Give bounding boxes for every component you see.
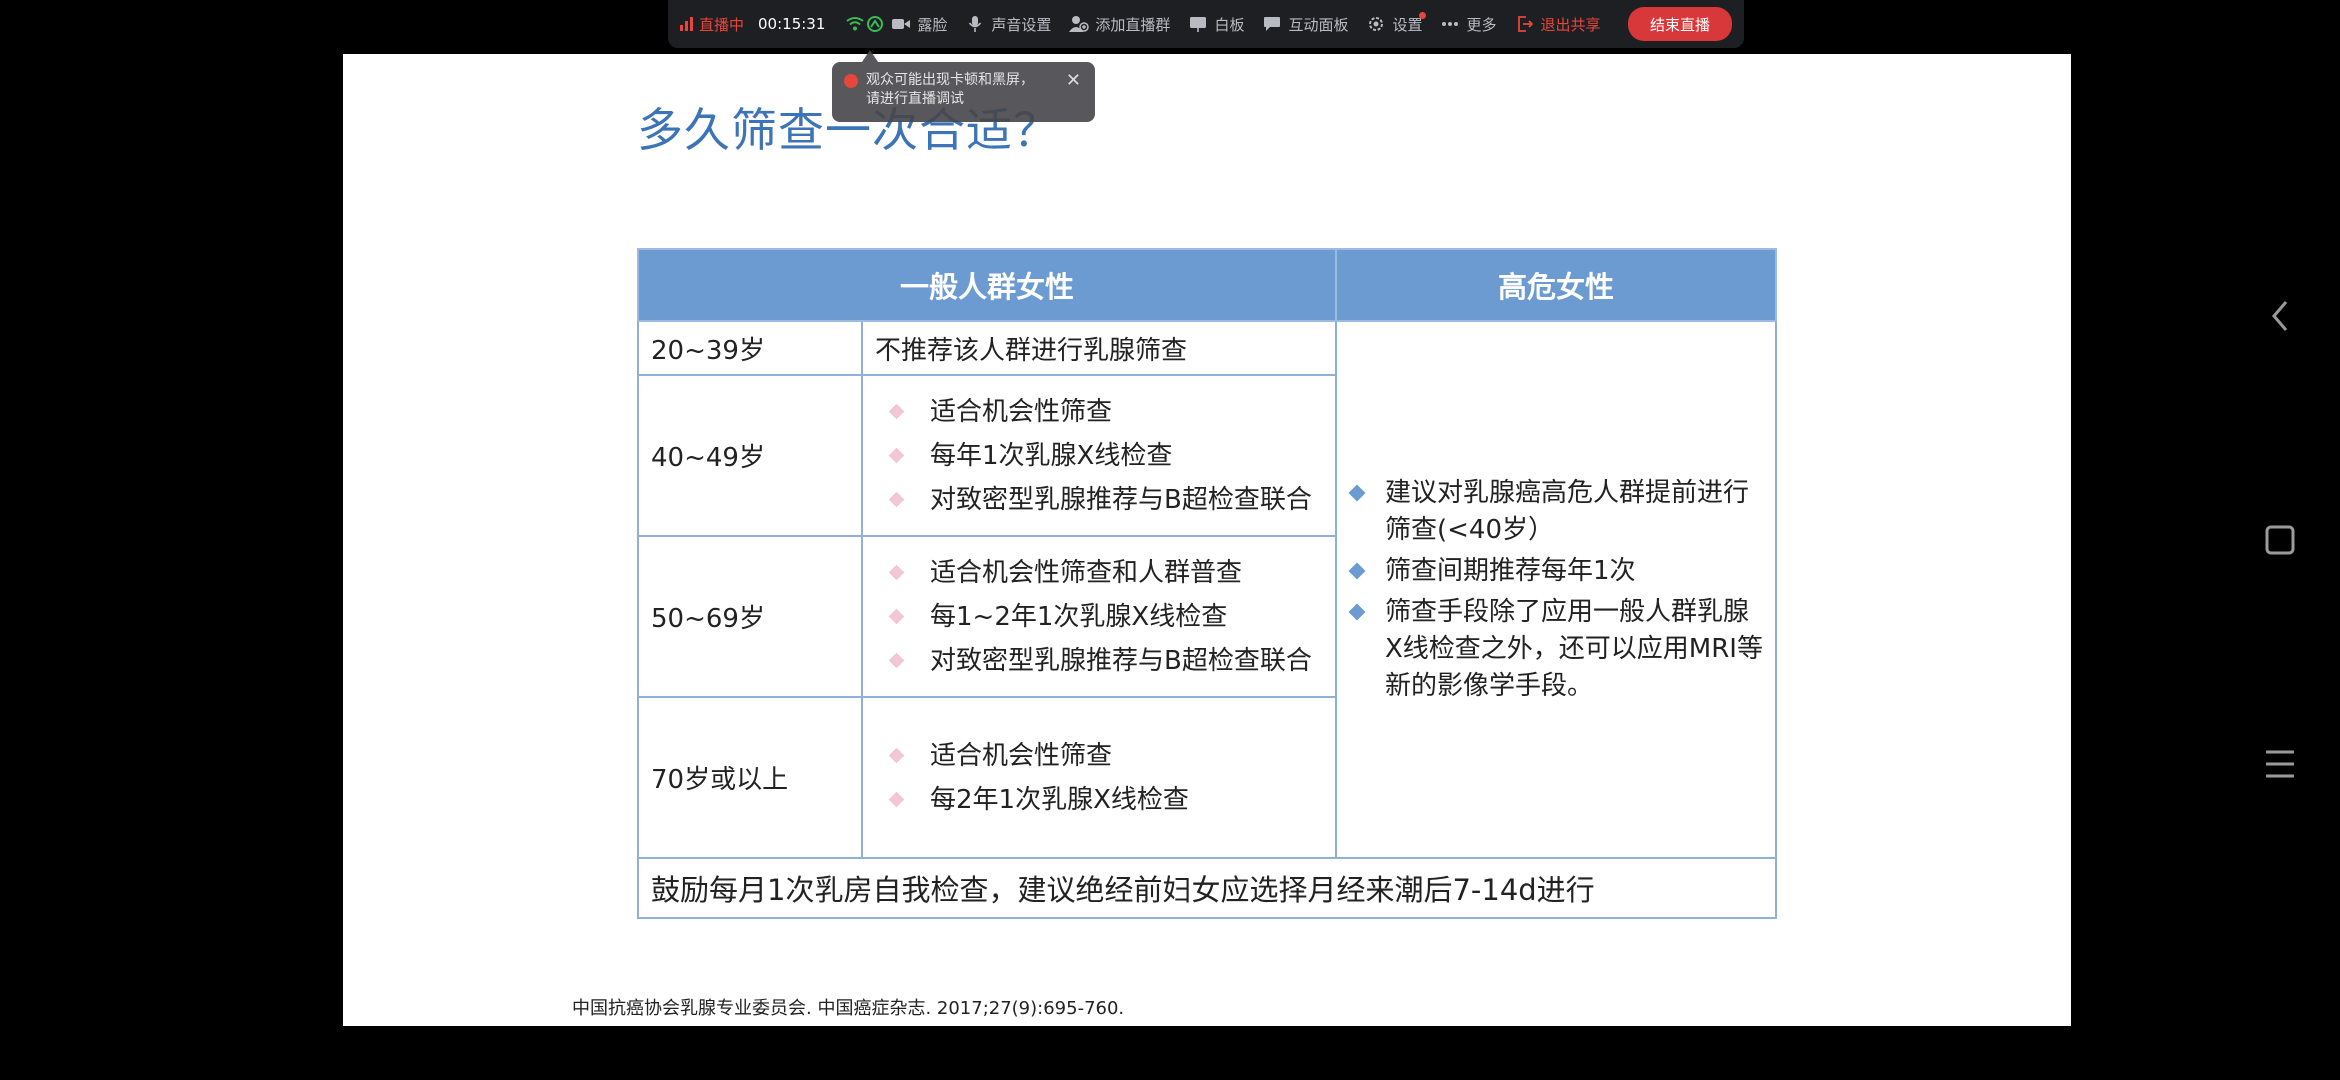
self-exam-note: 鼓励每月1次乳房自我检查，建议绝经前妇女应选择月经来潮后7-14d进行: [637, 857, 1777, 919]
toolbar-settings-label: 设置: [1392, 11, 1427, 34]
list-item: 适合机会性筛查: [875, 734, 1323, 778]
live-status: 直播中: [680, 14, 744, 35]
whiteboard-icon: [1188, 14, 1208, 34]
diamond-bullet-icon: [888, 491, 905, 508]
recommendation-item: 每年1次乳腺X线检查: [930, 440, 1173, 471]
high-risk-item: 筛查间期推荐每年1次: [1385, 555, 1636, 586]
diamond-bullet-icon: [888, 652, 905, 669]
add-group-icon: [1069, 14, 1090, 34]
warning-icon: [844, 74, 858, 88]
list-item: 适合机会性筛查: [875, 390, 1323, 434]
screening-table: 一般人群女性 高危女性 20~39岁 不推荐该人群进行乳腺筛查 建议对乳腺癌高危…: [637, 248, 1777, 919]
list-item: 适合机会性筛查和人群普查: [875, 551, 1323, 595]
end-live-button[interactable]: 结束直播: [1627, 7, 1732, 41]
recommendation-list: 适合机会性筛查和人群普查 每1~2年1次乳腺X线检查 对致密型乳腺推荐与B超检查…: [875, 551, 1323, 683]
toolbar-settings-button[interactable]: 设置: [1366, 11, 1427, 35]
gear-icon: [1366, 14, 1386, 34]
header-general-women: 一般人群女性: [637, 248, 1337, 322]
high-risk-list: 建议对乳腺癌高危人群提前进行筛查(<40岁） 筛查间期推荐每年1次 筛查手段除了…: [1348, 475, 1763, 705]
recommendation-item: 每1~2年1次乳腺X线检查: [930, 601, 1228, 632]
toolbar-audio-settings-button[interactable]: 声音设置: [965, 14, 1051, 35]
network-status-icon: [865, 14, 885, 34]
high-risk-item: 筛查手段除了应用一般人群乳腺X线检查之外，还可以应用MRI等新的影像学手段。: [1385, 596, 1763, 701]
diamond-bullet-icon: [888, 403, 905, 420]
diamond-bullet-icon: [1348, 562, 1366, 579]
recommendation-list: 适合机会性筛查 每年1次乳腺X线检查 对致密型乳腺推荐与B超检查联合: [875, 390, 1323, 522]
camera-icon: [891, 14, 911, 34]
exit-share-button[interactable]: 退出共享: [1515, 14, 1601, 35]
table-header-row: 一般人群女性 高危女性: [637, 248, 1777, 322]
age-cell: 50~69岁: [637, 535, 863, 698]
chat-icon: [1262, 14, 1282, 34]
high-risk-cell: 建议对乳腺癌高危人群提前进行筛查(<40岁） 筛查间期推荐每年1次 筛查手段除了…: [1335, 320, 1777, 859]
diamond-bullet-icon: [888, 608, 905, 625]
home-icon: [2265, 525, 2295, 555]
nav-home-button[interactable]: [2260, 520, 2300, 560]
back-icon: [2272, 301, 2288, 331]
recommendation-item: 每2年1次乳腺X线检查: [930, 784, 1189, 815]
live-bars-icon: [680, 17, 693, 31]
toolbar-whiteboard-label: 白板: [1214, 15, 1245, 34]
diamond-bullet-icon: [888, 564, 905, 581]
header-high-risk-women: 高危女性: [1335, 248, 1777, 322]
nav-menu-button[interactable]: [2260, 744, 2300, 784]
menu-icon: [2266, 750, 2294, 778]
diamond-bullet-icon: [1348, 484, 1366, 501]
list-item: 对致密型乳腺推荐与B超检查联合: [875, 478, 1323, 522]
recommendation-cell: 适合机会性筛查和人群普查 每1~2年1次乳腺X线检查 对致密型乳腺推荐与B超检查…: [861, 535, 1337, 698]
age-cell: 70岁或以上: [637, 696, 863, 859]
recommendation-cell: 适合机会性筛查 每年1次乳腺X线检查 对致密型乳腺推荐与B超检查联合: [861, 374, 1337, 537]
recommendation-list: 适合机会性筛查 每2年1次乳腺X线检查: [875, 734, 1323, 822]
live-toolbar: 直播中 00:15:31 露脸 声音设置 添加直播群 白板 互动面板 设置 更多…: [668, 0, 1744, 48]
exit-share-label: 退出共享: [1540, 15, 1601, 34]
list-item: 每年1次乳腺X线检查: [875, 434, 1323, 478]
toolbar-camera-button[interactable]: 露脸: [891, 14, 947, 35]
toolbar-add-group-button[interactable]: 添加直播群: [1069, 14, 1170, 35]
toolbar-more-label: 更多: [1466, 15, 1497, 34]
presentation-slide: 多久筛查一次合适？ 一般人群女性 高危女性 20~39岁 不推荐该人群进行乳腺筛…: [343, 54, 2071, 1026]
more-icon: [1440, 14, 1460, 34]
table-row: 20~39岁 不推荐该人群进行乳腺筛查 建议对乳腺癌高危人群提前进行筛查(<40…: [637, 320, 1777, 859]
list-item: 每1~2年1次乳腺X线检查: [875, 595, 1323, 639]
popup-message-line1: 观众可能出现卡顿和黑屏，: [866, 72, 1034, 88]
high-risk-item: 建议对乳腺癌高危人群提前进行筛查(<40岁）: [1385, 477, 1750, 545]
toolbar-whiteboard-button[interactable]: 白板: [1188, 14, 1244, 35]
wifi-icon: [845, 14, 865, 34]
toolbar-audio-settings-label: 声音设置: [991, 15, 1052, 34]
list-item: 每2年1次乳腺X线检查: [875, 778, 1323, 822]
age-cell: 20~39岁: [637, 320, 863, 376]
toolbar-add-group-label: 添加直播群: [1095, 15, 1171, 34]
nav-back-button[interactable]: [2260, 296, 2300, 336]
live-timer: 00:15:31: [758, 15, 826, 33]
popup-message-line2: 请进行直播调试: [866, 91, 964, 107]
toolbar-interaction-panel-button[interactable]: 互动面板: [1262, 14, 1348, 35]
recommendation-item: 对致密型乳腺推荐与B超检查联合: [930, 484, 1312, 515]
age-cell: 40~49岁: [637, 374, 863, 537]
close-icon[interactable]: ✕: [1066, 70, 1081, 91]
microphone-icon: [965, 14, 985, 34]
recommendation-item: 适合机会性筛查: [930, 396, 1113, 427]
recommendation-cell: 不推荐该人群进行乳腺筛查: [861, 320, 1337, 376]
diamond-bullet-icon: [888, 447, 905, 464]
list-item: 建议对乳腺癌高危人群提前进行筛查(<40岁）: [1348, 475, 1763, 549]
toolbar-camera-label: 露脸: [917, 15, 948, 34]
recommendation-item: 适合机会性筛查: [930, 740, 1113, 771]
table-footer-row: 鼓励每月1次乳房自我检查，建议绝经前妇女应选择月经来潮后7-14d进行: [637, 857, 1777, 919]
diamond-bullet-icon: [888, 791, 905, 808]
popup-caret: [862, 50, 878, 62]
list-item: 对致密型乳腺推荐与B超检查联合: [875, 639, 1323, 683]
live-label: 直播中: [699, 15, 745, 34]
slide-citation: 中国抗癌协会乳腺专业委员会. 中国癌症杂志. 2017;27(9):695-76…: [572, 998, 1125, 1019]
diamond-bullet-icon: [1348, 603, 1366, 620]
network-warning-popup: 观众可能出现卡顿和黑屏， 请进行直播调试 ✕: [832, 62, 1095, 122]
list-item: 筛查间期推荐每年1次: [1348, 553, 1763, 590]
toolbar-interaction-panel-label: 互动面板: [1288, 15, 1349, 34]
recommendation-item: 对致密型乳腺推荐与B超检查联合: [930, 645, 1312, 676]
list-item: 筛查手段除了应用一般人群乳腺X线检查之外，还可以应用MRI等新的影像学手段。: [1348, 594, 1763, 705]
toolbar-more-button[interactable]: 更多: [1440, 14, 1497, 35]
recommendation-item: 适合机会性筛查和人群普查: [930, 557, 1243, 588]
recommendation-cell: 适合机会性筛查 每2年1次乳腺X线检查: [861, 696, 1337, 859]
diamond-bullet-icon: [888, 747, 905, 764]
exit-icon: [1515, 14, 1535, 34]
